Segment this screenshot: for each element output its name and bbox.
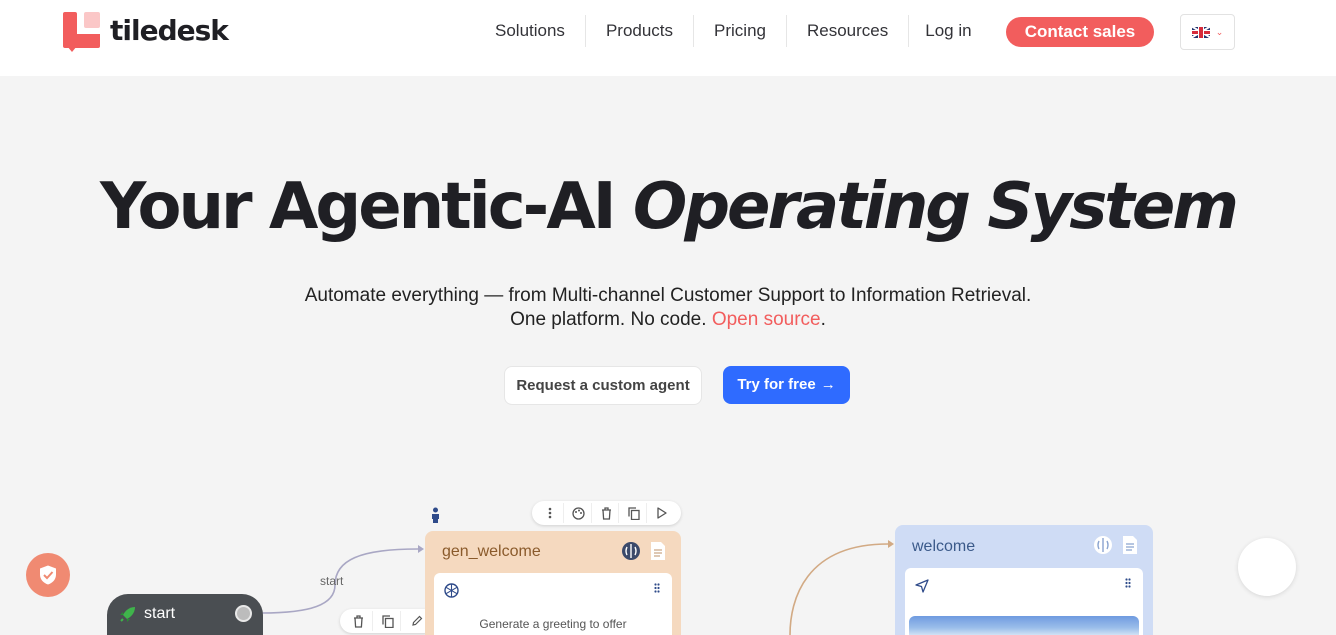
welcome-connector-arrowhead [888, 540, 894, 548]
security-badge[interactable] [26, 553, 70, 597]
drag-handle-icon[interactable] [654, 583, 660, 593]
gen-welcome-card[interactable]: gen_welcome Generate a greeting to offer [425, 531, 681, 635]
open-source-link[interactable]: Open source [712, 309, 821, 330]
sky-image [909, 616, 1139, 635]
hero-subtitle-line1: Automate everything — from Multi-channel… [304, 285, 1032, 306]
welcome-step[interactable] [905, 568, 1143, 635]
gen-welcome-text: Generate a greeting to offer [479, 617, 627, 631]
play-icon[interactable] [649, 503, 675, 523]
more-options-icon[interactable] [538, 503, 564, 523]
welcome-title: welcome [912, 538, 976, 555]
nav-item-products[interactable]: Products [586, 15, 695, 47]
hero-subtitle: Automate everything — from Multi-channel… [0, 284, 1336, 332]
edge-label: start [320, 574, 344, 588]
hero-line2-prefix: One platform. No code. [510, 309, 707, 330]
rocket-icon [120, 607, 135, 622]
openai-icon [444, 583, 459, 598]
tiledesk-logo-icon [63, 12, 101, 52]
hero-line2-suffix: . [820, 309, 826, 330]
document-icon[interactable] [649, 541, 667, 561]
copy-icon[interactable] [621, 503, 648, 523]
trash-icon[interactable] [346, 611, 373, 631]
trash-icon[interactable] [594, 503, 620, 523]
start-node-output-port[interactable] [235, 605, 252, 622]
hero-title-italic: Operating System [632, 170, 1239, 244]
drag-handle-icon[interactable] [1125, 578, 1131, 588]
nav-item-resources[interactable]: Resources [787, 15, 910, 47]
nav-item-pricing[interactable]: Pricing [694, 15, 787, 47]
gen-welcome-title: gen_welcome [442, 543, 541, 560]
hero-title-plain: Your Agentic-AI [100, 170, 617, 244]
request-custom-agent-button[interactable]: Request a custom agent [504, 366, 702, 405]
main-nav: Solutions Products Pricing Resources Log… [475, 15, 992, 47]
brand-logo[interactable]: tiledesk [63, 12, 229, 52]
language-selector[interactable]: ⌄ [1180, 14, 1235, 50]
brand-name: tiledesk [110, 13, 229, 47]
node-toolbar [532, 501, 681, 525]
uk-flag-icon [1191, 26, 1210, 38]
send-icon [915, 579, 929, 593]
login-link[interactable]: Log in [909, 15, 991, 47]
card-icons [1093, 535, 1139, 555]
site-header: tiledesk Solutions Products Pricing Reso… [0, 0, 1336, 76]
hero-title: Your Agentic-AI Operating System [0, 170, 1336, 244]
hero-subtitle-line2: One platform. No code. Open source. [0, 308, 1336, 332]
brain-icon[interactable] [621, 541, 641, 561]
document-icon[interactable] [1121, 535, 1139, 555]
contact-sales-button[interactable]: Contact sales [1006, 17, 1154, 47]
shield-check-icon [40, 565, 56, 585]
gen-welcome-step[interactable]: Generate a greeting to offer [434, 573, 672, 635]
palette-icon[interactable] [566, 503, 592, 523]
try-for-free-button[interactable]: Try for free → [723, 366, 850, 404]
try-for-free-label: Try for free [737, 376, 816, 393]
welcome-card[interactable]: welcome [895, 525, 1153, 635]
chevron-down-icon: ⌄ [1215, 26, 1224, 37]
start-connector-arrowhead [418, 545, 424, 553]
welcome-connector [789, 543, 889, 635]
chat-launcher[interactable] [1238, 538, 1296, 596]
start-node[interactable]: start [107, 594, 263, 635]
card-icons [621, 541, 667, 561]
copy-icon[interactable] [375, 611, 402, 631]
action-toolbar [340, 609, 436, 633]
arrow-right-icon: → [820, 376, 836, 393]
brain-icon[interactable] [1093, 535, 1113, 555]
nav-item-solutions[interactable]: Solutions [475, 15, 586, 47]
person-icon [432, 507, 439, 523]
start-node-label: start [144, 605, 176, 622]
